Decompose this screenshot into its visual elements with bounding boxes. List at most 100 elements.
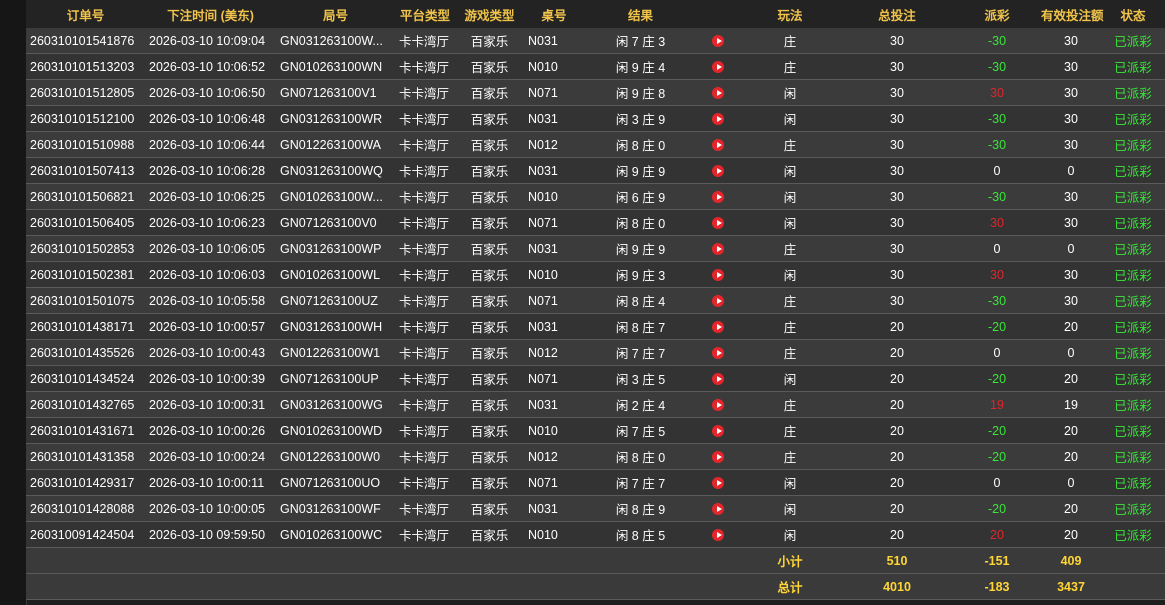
cell-result: 闲 2 庄 4: [584, 391, 697, 418]
play-video-icon[interactable]: [712, 243, 724, 256]
cell-order-no: 260310101432765: [26, 391, 145, 418]
cell-play: 闲: [739, 521, 841, 548]
cell-round-no: GN010263100WD: [276, 417, 395, 444]
cell-video[interactable]: [697, 157, 739, 184]
cell-video[interactable]: [697, 79, 739, 106]
cell-order-no: 260310101510988: [26, 131, 145, 158]
play-video-icon[interactable]: [712, 503, 724, 516]
play-video-icon[interactable]: [712, 269, 724, 282]
subtotal-row: 小计 510 -151 409: [26, 547, 1165, 574]
table-row: 260310101502381 2026-03-10 10:06:03 GN0102…: [26, 261, 1165, 288]
cell-video[interactable]: [697, 521, 739, 548]
cell-bet-time: 2026-03-10 10:00:39: [145, 365, 276, 392]
cell-game-type: 百家乐: [455, 339, 524, 366]
subtotal-spacer: [26, 547, 697, 574]
cell-play: 庄: [739, 53, 841, 80]
cell-status: 已派彩: [1101, 235, 1165, 262]
cell-result: 闲 7 庄 7: [584, 469, 697, 496]
cell-bet-time: 2026-03-10 10:00:11: [145, 469, 276, 496]
cell-table-no: N031: [524, 313, 584, 340]
cell-play: 闲: [739, 365, 841, 392]
cell-video[interactable]: [697, 443, 739, 470]
cell-video[interactable]: [697, 261, 739, 288]
cell-video[interactable]: [697, 28, 739, 54]
cell-platform: 卡卡湾厅: [395, 391, 455, 418]
play-video-icon[interactable]: [712, 399, 724, 412]
table-row: 260310101438171 2026-03-10 10:00:57 GN0312…: [26, 313, 1165, 340]
col-round-no: 局号: [276, 0, 395, 28]
play-video-icon[interactable]: [712, 373, 724, 386]
cell-video[interactable]: [697, 469, 739, 496]
cell-total-bet: 20: [841, 469, 953, 496]
play-video-icon[interactable]: [712, 529, 724, 542]
play-video-icon[interactable]: [712, 321, 724, 334]
cell-valid-bet: 20: [1041, 521, 1101, 548]
cell-round-no: GN071263100UZ: [276, 287, 395, 314]
cell-video[interactable]: [697, 313, 739, 340]
play-video-icon[interactable]: [712, 217, 724, 230]
cell-video[interactable]: [697, 131, 739, 158]
play-video-icon[interactable]: [712, 165, 724, 178]
table-row: 260310101431358 2026-03-10 10:00:24 GN0122…: [26, 443, 1165, 470]
cell-round-no: GN010263100WC: [276, 521, 395, 548]
play-video-icon[interactable]: [712, 347, 724, 360]
cell-total-bet: 30: [841, 53, 953, 80]
table-row: 260310101434524 2026-03-10 10:00:39 GN0712…: [26, 365, 1165, 392]
cell-video[interactable]: [697, 105, 739, 132]
subtotal-payout: -151: [953, 547, 1041, 574]
cell-valid-bet: 30: [1041, 105, 1101, 132]
cell-video[interactable]: [697, 209, 739, 236]
cell-bet-time: 2026-03-10 10:06:52: [145, 53, 276, 80]
cell-table-no: N071: [524, 209, 584, 236]
table-header-row: 订单号 下注时间 (美东) 局号 平台类型 游戏类型 桌号 结果 玩法 总投注 …: [26, 0, 1165, 28]
cell-bet-time: 2026-03-10 10:06:25: [145, 183, 276, 210]
cell-video[interactable]: [697, 183, 739, 210]
play-video-icon[interactable]: [712, 191, 724, 204]
cell-video[interactable]: [697, 339, 739, 366]
cell-video[interactable]: [697, 287, 739, 314]
cell-platform: 卡卡湾厅: [395, 131, 455, 158]
table-row: 260310101513203 2026-03-10 10:06:52 GN0102…: [26, 53, 1165, 80]
cell-game-type: 百家乐: [455, 469, 524, 496]
cell-video[interactable]: [697, 235, 739, 262]
cell-status: 已派彩: [1101, 287, 1165, 314]
cell-payout: -30: [953, 287, 1041, 314]
grand-total-label: 总计: [739, 573, 841, 600]
cell-video[interactable]: [697, 391, 739, 418]
cell-total-bet: 30: [841, 131, 953, 158]
cell-video[interactable]: [697, 417, 739, 444]
cell-payout: -30: [953, 105, 1041, 132]
play-video-icon[interactable]: [712, 35, 724, 48]
cell-play: 闲: [739, 495, 841, 522]
cell-video[interactable]: [697, 495, 739, 522]
play-video-icon[interactable]: [712, 295, 724, 308]
cell-total-bet: 20: [841, 443, 953, 470]
col-total-bet: 总投注: [841, 0, 953, 28]
play-video-icon[interactable]: [712, 451, 724, 464]
play-video-icon[interactable]: [712, 425, 724, 438]
grand-total-payout: -183: [953, 573, 1041, 600]
play-video-icon[interactable]: [712, 87, 724, 100]
cell-valid-bet: 19: [1041, 391, 1101, 418]
cell-valid-bet: 0: [1041, 469, 1101, 496]
cell-result: 闲 8 庄 5: [584, 521, 697, 548]
cell-total-bet: 30: [841, 287, 953, 314]
cell-total-bet: 20: [841, 417, 953, 444]
cell-order-no: 260310101435526: [26, 339, 145, 366]
cell-table-no: N010: [524, 417, 584, 444]
play-video-icon[interactable]: [712, 477, 724, 490]
cell-table-no: N031: [524, 495, 584, 522]
cell-game-type: 百家乐: [455, 105, 524, 132]
cell-video[interactable]: [697, 53, 739, 80]
cell-status: 已派彩: [1101, 521, 1165, 548]
cell-result: 闲 9 庄 4: [584, 53, 697, 80]
cell-payout: -20: [953, 443, 1041, 470]
play-video-icon[interactable]: [712, 113, 724, 126]
cell-game-type: 百家乐: [455, 79, 524, 106]
cell-bet-time: 2026-03-10 10:00:31: [145, 391, 276, 418]
cell-video[interactable]: [697, 365, 739, 392]
col-platform: 平台类型: [395, 0, 455, 28]
play-video-icon[interactable]: [712, 61, 724, 74]
play-video-icon[interactable]: [712, 139, 724, 152]
cell-bet-time: 2026-03-10 10:06:05: [145, 235, 276, 262]
